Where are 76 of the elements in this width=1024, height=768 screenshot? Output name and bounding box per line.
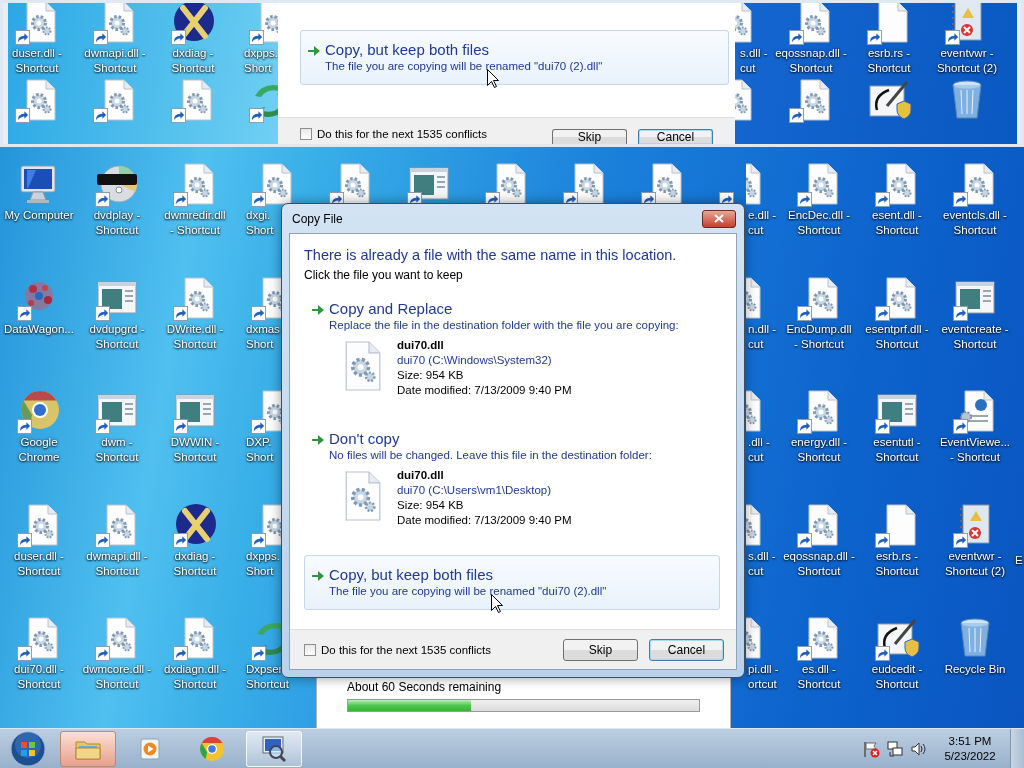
gear-file-icon	[746, 163, 761, 205]
checkbox-label[interactable]: Do this for the next 1535 conflicts	[317, 128, 488, 140]
icon-label[interactable]: My Computer	[4, 208, 74, 223]
dialog-button[interactable]: Cancel	[638, 129, 713, 144]
icon-label[interactable]: eventvwr - Shortcut (2)	[936, 46, 998, 76]
icon-label[interactable]: eventvwr - Shortcut (2)	[944, 548, 1006, 579]
option-description: The file you are copying will be renamed "dui70 (2).dll"	[329, 584, 607, 598]
option-description: No files will be changed. Leave this file in the destination folder:	[329, 448, 652, 462]
gear-file-icon	[746, 617, 761, 660]
command-link[interactable]: Copy, but keep both files The file you are copying will be renamed "dui70 (2).dll"	[300, 30, 729, 85]
icon-label[interactable]: eqossnap.dll - Shortcut	[775, 46, 847, 76]
checkbox-label[interactable]: Do this for the next 1535 conflicts	[321, 643, 492, 656]
cursor-icon	[487, 69, 499, 88]
dialog-button[interactable]: Skip	[552, 129, 627, 144]
dialog-button[interactable]: Skip	[563, 638, 638, 661]
progress-status: About 60 Seconds remaining	[347, 680, 503, 694]
icon-label[interactable]: esentutl - Shortcut	[873, 435, 921, 466]
gear-file-icon	[746, 503, 761, 546]
cursor-icon	[491, 594, 503, 613]
file-date: Date modified: 7/13/2009 9:40 PM	[397, 383, 572, 398]
close-icon	[714, 214, 724, 223]
magnifier-icon	[259, 733, 289, 764]
file-name: dui70.dll	[397, 338, 444, 353]
checkbox[interactable]	[304, 643, 316, 656]
gear-file-icon	[746, 390, 761, 433]
dialog-heading: There is already a file with the same name in this location.	[304, 247, 678, 263]
file-size: Size: 954 KB	[397, 368, 464, 383]
option-title[interactable]: Copy, but keep both files	[329, 565, 493, 584]
file-location: dui70 (C:\Users\vm1\Desktop)	[397, 483, 552, 498]
clock-date: 5/23/2022	[944, 748, 996, 764]
file-location: dui70 (C:\Windows\System32)	[397, 353, 552, 368]
flag-error-icon[interactable]	[862, 739, 880, 758]
option-title[interactable]: Copy, but keep both files	[325, 40, 489, 59]
icon-label[interactable]: pi.dll - ortcut	[748, 662, 779, 693]
icon-label[interactable]: esent.dll - Shortcut	[872, 208, 922, 238]
file-name: dui70.dll	[397, 468, 444, 483]
option-title[interactable]: Don't copy	[329, 429, 400, 448]
file-date: Date modified: 7/13/2009 9:40 PM	[397, 513, 572, 528]
icon-label[interactable]: s.dll - cut	[748, 548, 776, 579]
option-title[interactable]: Copy and Replace	[329, 299, 453, 318]
icon-label[interactable]: E	[1015, 553, 1023, 568]
option-description: The file you are copying will be renamed "dui70 (2).dll"	[325, 59, 603, 73]
icon-label[interactable]: Recycle Bin	[944, 662, 1006, 678]
file-size: Size: 954 KB	[397, 498, 464, 513]
close-button[interactable]	[702, 209, 736, 228]
icon-label[interactable]: EncDec.dll - Shortcut	[788, 208, 850, 238]
icon-label[interactable]: EventViewe... - Shortcut	[939, 435, 1011, 466]
icon-label[interactable]: s.dll - cut	[740, 46, 768, 76]
dialog-button[interactable]: Cancel	[649, 638, 724, 661]
icon-label[interactable]: esrb.rs - Shortcut	[875, 548, 919, 579]
icon-label[interactable]: es.dll - Shortcut	[797, 662, 841, 693]
arrow-icon	[311, 569, 325, 583]
icon-label[interactable]: eventcreate - Shortcut	[941, 321, 1009, 352]
clock[interactable]: 3:51 PM 5/23/2022	[934, 733, 1006, 764]
network-icon[interactable]	[886, 739, 904, 758]
arrow-icon	[307, 44, 321, 58]
icon-label[interactable]: eventcls.dll - Shortcut	[943, 208, 1007, 238]
icon-label[interactable]: esrb.rs - Shortcut	[867, 46, 911, 76]
icon-label[interactable]: eudcedit - Shortcut	[871, 662, 923, 693]
dialog-title: Copy File	[291, 211, 343, 226]
icon-label[interactable]: .dll - cut	[748, 435, 770, 466]
option-description: Replace the file in the destination folder with the file you are copying:	[329, 318, 679, 332]
icon-label[interactable]: e.dll - cut	[748, 208, 777, 238]
icon-label[interactable]: esentprf.dll - Shortcut	[865, 321, 929, 352]
gear-file-icon	[746, 276, 761, 319]
instruction-text: Click the file you want to keep	[304, 268, 464, 282]
arrow-icon	[311, 303, 325, 317]
clock-time: 3:51 PM	[948, 733, 992, 749]
icon-label[interactable]: energy.dll - Shortcut	[790, 435, 847, 466]
icon-label[interactable]: eqossnap.dll - Shortcut	[783, 548, 855, 579]
arrow-icon	[311, 433, 325, 447]
document-globe-icon	[959, 390, 994, 433]
command-link[interactable]: Copy, but keep both files The file you are copying will be renamed "dui70 (2).dll"	[304, 555, 720, 610]
checkbox[interactable]	[300, 128, 312, 140]
icon-label[interactable]: EncDump.dll - Shortcut	[786, 321, 852, 352]
icon-label[interactable]: n.dll - cut	[748, 321, 777, 352]
